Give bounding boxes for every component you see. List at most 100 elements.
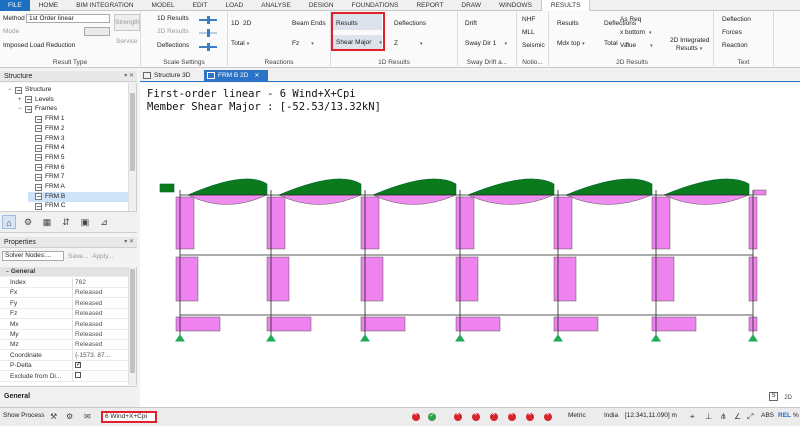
show-process-label[interactable]: Show Process bbox=[3, 412, 45, 419]
tree-scrollbar[interactable] bbox=[128, 83, 136, 211]
save-button[interactable]: Save... bbox=[68, 253, 88, 260]
integrated-results-line2[interactable]: Results ▾ bbox=[676, 45, 702, 52]
property-value[interactable]: {-1573. 87... bbox=[72, 350, 128, 361]
rel-toggle[interactable]: REL bbox=[778, 412, 791, 419]
tab-frm-b-2d[interactable]: FRM B 2D ✕ bbox=[204, 70, 268, 82]
status-error-icon[interactable] bbox=[544, 411, 552, 421]
expand-icon[interactable]: − bbox=[8, 85, 15, 95]
scale-1d-results[interactable]: 1D Results bbox=[157, 15, 189, 22]
tree-tool-icon[interactable]: ⊿ bbox=[97, 215, 111, 229]
menu-file[interactable]: FILE bbox=[0, 0, 30, 11]
design-icon[interactable]: ⚙ bbox=[66, 412, 73, 421]
snap-s-button[interactable]: S bbox=[769, 392, 778, 401]
property-row[interactable]: Fy Released bbox=[0, 298, 128, 309]
tree-item[interactable]: FRM C bbox=[28, 201, 128, 211]
property-value[interactable]: Released bbox=[72, 330, 128, 340]
property-row[interactable]: Coordinate {-1573. 87... bbox=[0, 350, 128, 361]
scale-deflections-slider[interactable] bbox=[199, 43, 217, 51]
frame-diagram[interactable] bbox=[140, 83, 800, 407]
menu-windows[interactable]: WINDOWS bbox=[490, 0, 541, 11]
tree-item[interactable]: − Structure bbox=[8, 85, 128, 95]
property-value[interactable]: 762 bbox=[72, 278, 128, 288]
seismic-button[interactable]: Seismic bbox=[522, 42, 545, 49]
menu-model[interactable]: MODEL bbox=[143, 0, 184, 11]
load-case-select[interactable]: 6 Wind+X+Cpi bbox=[101, 411, 157, 423]
status-error-icon[interactable] bbox=[490, 411, 498, 421]
mode-select[interactable] bbox=[84, 27, 110, 36]
property-row[interactable]: P-Delta bbox=[0, 361, 128, 372]
property-value[interactable] bbox=[72, 371, 128, 382]
reactions-fz-select[interactable]: Fz ▾ bbox=[292, 40, 314, 47]
panel-pin-icon[interactable]: ▾ ✕ bbox=[124, 71, 134, 82]
properties-scrollbar[interactable] bbox=[128, 267, 136, 385]
menu-load[interactable]: LOAD bbox=[216, 0, 252, 11]
snap-line-icon[interactable]: ⊥ bbox=[705, 412, 712, 421]
analysis-icon[interactable]: ⚒ bbox=[50, 412, 57, 421]
tree-item[interactable]: + Levels bbox=[18, 95, 128, 105]
tree-tool-icon[interactable]: ⌂ bbox=[2, 215, 16, 229]
message-icon[interactable]: ✉ bbox=[84, 412, 91, 421]
tree-tool-icon[interactable]: ⚙ bbox=[21, 215, 35, 229]
property-value[interactable]: Released bbox=[72, 288, 128, 299]
units-label[interactable]: Metric bbox=[568, 412, 586, 419]
menu-design[interactable]: DESIGN bbox=[300, 0, 343, 11]
property-row[interactable]: Exclude from Di... bbox=[0, 371, 128, 382]
text-forces-button[interactable]: Forces bbox=[722, 29, 742, 36]
property-row[interactable]: Fz Released bbox=[0, 309, 128, 320]
strength-button[interactable]: Strength bbox=[114, 14, 140, 31]
panel-pin-icon[interactable]: ▾ ✕ bbox=[124, 237, 134, 248]
tree-scroll-thumb[interactable] bbox=[130, 93, 135, 171]
properties-section-header[interactable]: − General bbox=[0, 267, 128, 277]
menu-report[interactable]: REPORT bbox=[407, 0, 452, 11]
scale-1d-slider[interactable] bbox=[199, 16, 217, 24]
snap-grid-icon[interactable]: ⌖ bbox=[690, 412, 695, 422]
mdx-top-select[interactable]: Mdx top ▾ bbox=[557, 40, 585, 47]
menu-foundations[interactable]: FOUNDATIONS bbox=[343, 0, 408, 11]
property-value[interactable]: Released bbox=[72, 340, 128, 351]
integrated-results-line1[interactable]: 2D Integrated bbox=[670, 37, 709, 44]
menu-edit[interactable]: EDIT bbox=[184, 0, 217, 11]
tree-item[interactable]: FRM 1 bbox=[28, 114, 128, 124]
property-row[interactable]: Fx Released bbox=[0, 288, 128, 299]
property-row[interactable]: Mx Released bbox=[0, 319, 128, 330]
menu-bim-integration[interactable]: BIM INTEGRATION bbox=[67, 0, 142, 11]
nhf-button[interactable]: NHF bbox=[522, 16, 535, 23]
tree-tool-icon[interactable]: ▣ bbox=[78, 215, 92, 229]
mll-button[interactable]: MLL bbox=[522, 29, 535, 36]
apply-button[interactable]: Apply... bbox=[92, 253, 113, 260]
scale-2d-slider[interactable] bbox=[199, 29, 217, 37]
tree-item[interactable]: FRM 7 bbox=[28, 172, 128, 182]
code-label[interactable]: India bbox=[604, 412, 618, 419]
property-value[interactable]: Released bbox=[72, 309, 128, 320]
expand-icon[interactable]: + bbox=[18, 95, 25, 105]
value-select[interactable]: Value ▾ bbox=[620, 42, 653, 49]
expand-icon[interactable]: − bbox=[18, 104, 25, 114]
tree-item[interactable]: FRM 6 bbox=[28, 163, 128, 173]
menu-results[interactable]: RESULTS bbox=[540, 0, 591, 11]
menu-draw[interactable]: DRAW bbox=[452, 0, 490, 11]
deflections-1d-button[interactable]: Deflections bbox=[394, 20, 426, 27]
tree-item[interactable]: FRM B bbox=[28, 191, 128, 202]
z-select[interactable]: Z ▾ bbox=[394, 40, 423, 47]
property-value[interactable] bbox=[72, 361, 128, 372]
snap-node-icon[interactable]: ⋔ bbox=[720, 412, 727, 421]
status-error-icon[interactable] bbox=[508, 411, 516, 421]
tree-item[interactable]: FRM 5 bbox=[28, 153, 128, 163]
property-value[interactable]: Released bbox=[72, 298, 128, 309]
checkbox[interactable] bbox=[75, 361, 81, 370]
checkbox[interactable] bbox=[75, 372, 81, 379]
status-ok-icon[interactable] bbox=[428, 412, 436, 421]
solver-nodes-select[interactable]: Solver Nodes:... bbox=[2, 251, 64, 261]
x-bottom-select[interactable]: x bottom ▾ bbox=[620, 29, 651, 36]
sway-dir-select[interactable]: Sway Dir 1 ▾ bbox=[465, 40, 507, 47]
property-value[interactable]: Released bbox=[72, 319, 128, 330]
tree-tool-icon[interactable]: ▦ bbox=[40, 215, 54, 229]
snap-angle-icon[interactable]: ∠ bbox=[734, 412, 741, 421]
text-reaction-button[interactable]: Reaction bbox=[722, 42, 748, 49]
tree-item[interactable]: − Frames bbox=[18, 104, 128, 114]
status-error-icon[interactable] bbox=[472, 411, 480, 421]
percent-toggle[interactable]: % bbox=[793, 412, 799, 419]
service-button[interactable]: Service bbox=[116, 38, 138, 45]
abs-toggle[interactable]: ABS bbox=[761, 412, 774, 419]
ortho-icon[interactable]: ⤢ bbox=[747, 412, 753, 422]
